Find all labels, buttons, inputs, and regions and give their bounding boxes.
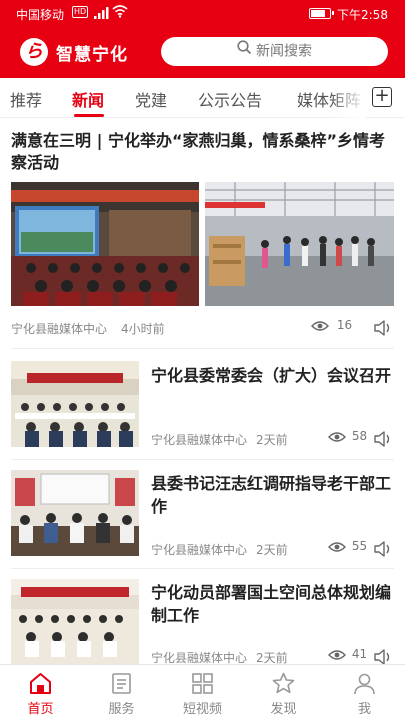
nav-service[interactable]: 服务	[81, 665, 162, 720]
divider	[11, 568, 394, 569]
view-count-value: 41	[351, 647, 368, 661]
article-photo-meeting-hall	[11, 182, 199, 306]
article-source: 宁化县融媒体中心	[151, 433, 248, 447]
eye-icon	[311, 320, 329, 331]
view-count: 55	[328, 539, 367, 553]
carrier-label: 中国移动	[16, 8, 65, 22]
nav-me[interactable]: 我	[324, 665, 405, 720]
home-icon	[28, 671, 53, 696]
hd-badge: HD	[72, 6, 89, 18]
bottom-navigation: 首页 服务 短视频 发现 我	[0, 664, 405, 720]
search-icon	[237, 37, 252, 66]
speaker-icon[interactable]	[373, 428, 393, 448]
view-count: 16	[311, 318, 352, 332]
nav-me-label: 我	[357, 702, 371, 717]
article-source: 宁化县融媒体中心	[11, 322, 108, 336]
view-count-value: 16	[336, 318, 353, 332]
article-time: 2天前	[256, 433, 288, 447]
nav-short-video[interactable]: 短视频	[162, 665, 243, 720]
article-thumbnail	[11, 579, 139, 664]
nav-home-label: 首页	[27, 702, 54, 717]
tab-announcements[interactable]: 公示公告	[198, 87, 262, 111]
app-header: 中国移动 HD 下午2:58 ら 智慧宁化 新闻搜索	[0, 0, 405, 78]
search-bar[interactable]: 新闻搜索	[161, 37, 388, 66]
active-tab-indicator	[74, 114, 104, 117]
user-icon	[352, 671, 377, 696]
nav-discover[interactable]: 发现	[243, 665, 324, 720]
nav-short-video-label: 短视频	[182, 702, 222, 717]
tab-party[interactable]: 党建	[135, 87, 167, 111]
article-source: 宁化县融媒体中心	[151, 543, 248, 557]
article-time: 2天前	[256, 543, 288, 557]
view-count: 41	[328, 647, 367, 661]
speaker-icon[interactable]	[373, 646, 393, 666]
article-photo-factory	[205, 182, 394, 306]
article-title: 宁化动员部署国土空间总体规划编制工作	[151, 583, 392, 625]
category-tabs: 推荐 新闻 党建 公示公告 媒体矩阵 +	[0, 78, 405, 118]
eye-icon	[328, 431, 346, 442]
divider	[11, 348, 394, 349]
eye-icon	[328, 649, 346, 660]
plus-square-icon[interactable]: +	[372, 87, 392, 107]
article-title: 满意在三明 | 宁化举办“家燕归巢，情系桑梓”乡情考察活动	[11, 131, 386, 172]
article-thumbnail	[11, 361, 139, 447]
article-title: 县委书记汪志红调研指导老干部工作	[151, 474, 392, 516]
app-title: 智慧宁化	[56, 45, 128, 65]
app-logo: ら	[20, 38, 48, 66]
tab-recommend[interactable]: 推荐	[10, 87, 42, 111]
view-count-value: 58	[351, 429, 368, 443]
star-icon	[271, 671, 296, 696]
battery-icon	[309, 8, 334, 19]
speaker-icon[interactable]	[373, 538, 393, 558]
nav-service-label: 服务	[108, 702, 135, 717]
clock: 下午2:58	[337, 8, 388, 22]
view-count: 58	[328, 429, 367, 443]
service-icon	[109, 671, 134, 696]
article-thumbnail	[11, 470, 139, 556]
wifi-icon	[112, 5, 128, 21]
speaker-icon[interactable]	[373, 317, 393, 337]
article-time: 4小时前	[121, 322, 165, 336]
eye-icon	[328, 541, 346, 552]
divider	[11, 459, 394, 460]
view-count-value: 55	[351, 539, 368, 553]
grid-icon	[190, 671, 215, 696]
article-title: 宁化县委常委会（扩大）会议召开	[151, 366, 392, 385]
signal-icon	[94, 7, 110, 22]
tabs-fade	[330, 78, 366, 118]
nav-home[interactable]: 首页	[0, 665, 81, 720]
status-bar: 中国移动 HD 下午2:58	[0, 0, 405, 28]
nav-discover-label: 发现	[270, 702, 297, 717]
tab-news[interactable]: 新闻	[72, 87, 104, 111]
search-placeholder: 新闻搜索	[256, 43, 312, 60]
